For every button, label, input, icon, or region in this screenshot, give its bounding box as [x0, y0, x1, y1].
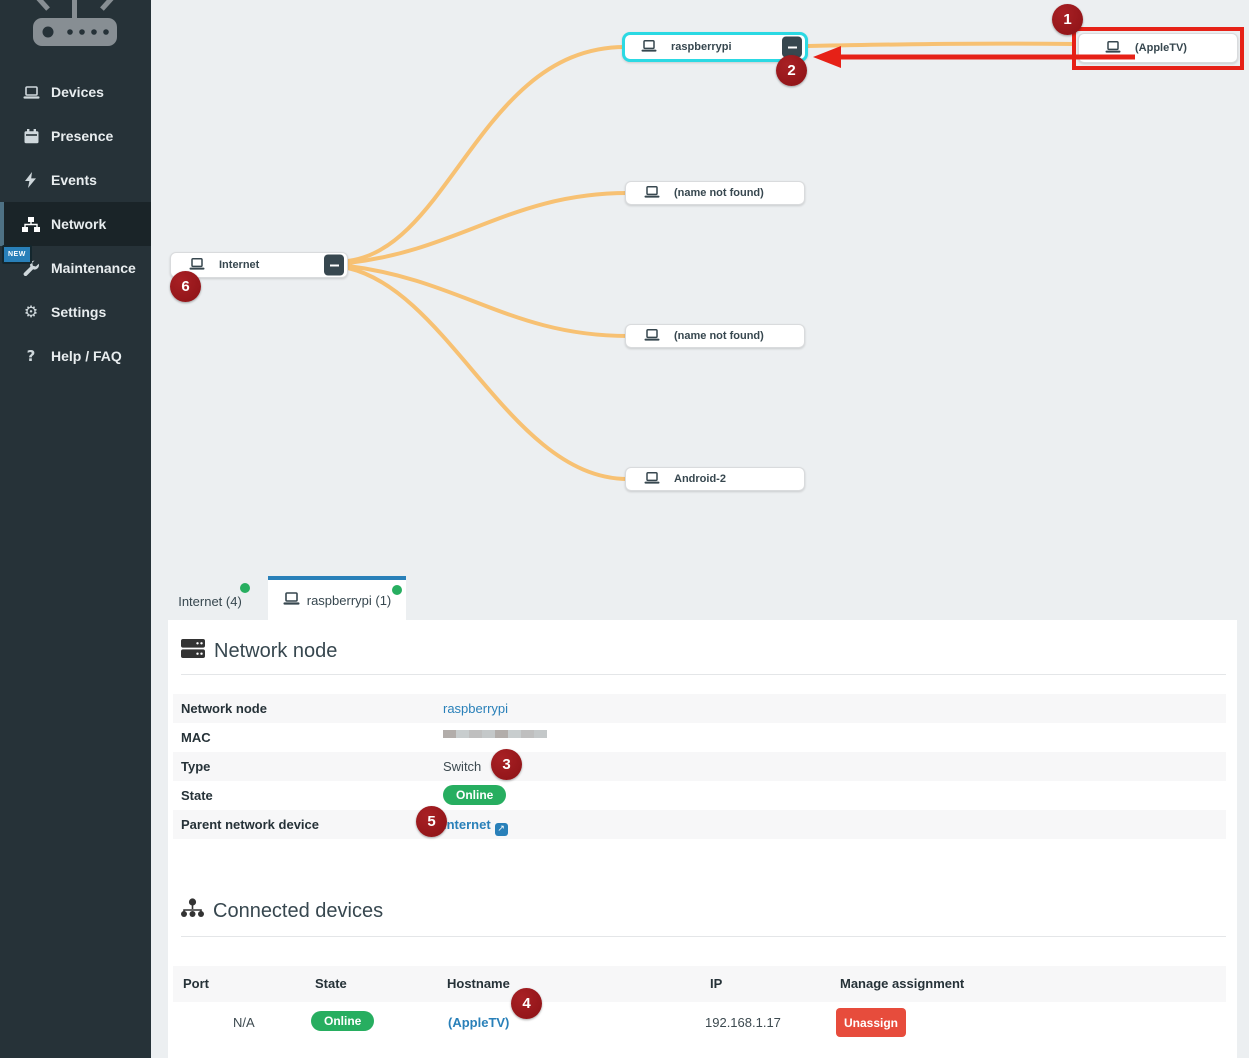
- sidebar-item-label: Maintenance: [51, 260, 136, 276]
- node-unknown-1[interactable]: (name not found): [625, 181, 805, 205]
- sidebar-item-label: Settings: [51, 304, 106, 320]
- bolt-icon: [21, 172, 41, 188]
- sidebar-item-label: Devices: [51, 84, 104, 100]
- node-label: Android-2: [674, 473, 726, 485]
- sidebar-item-label: Events: [51, 172, 97, 188]
- sidebar-item-label: Presence: [51, 128, 113, 144]
- tab-raspberrypi[interactable]: raspberrypi (1): [268, 576, 406, 620]
- tab-label: raspberrypi (1): [307, 593, 392, 608]
- port-value: N/A: [233, 1015, 255, 1030]
- raspberrypi-link[interactable]: raspberrypi: [443, 701, 508, 716]
- kv-row-mac: MAC: [173, 723, 1226, 752]
- node-label: raspberrypi: [671, 41, 732, 53]
- tab-internet[interactable]: Internet (4): [168, 582, 252, 620]
- connected-devices-heading: Connected devices: [181, 898, 383, 924]
- sidebar-item-settings[interactable]: ⚙ Settings: [0, 290, 151, 334]
- mac-redacted-value: [443, 730, 547, 745]
- node-unknown-2[interactable]: (name not found): [625, 324, 805, 348]
- laptop-icon: [644, 186, 660, 201]
- section-title: Connected devices: [213, 900, 383, 923]
- laptop-icon: [21, 86, 41, 99]
- kv-row-parent: Parent network device Internet ↗: [173, 810, 1226, 839]
- collapse-button[interactable]: [782, 37, 802, 58]
- new-badge: NEW: [2, 245, 32, 264]
- laptop-icon: [644, 329, 660, 344]
- router-logo-icon: [25, 0, 125, 55]
- divider: [181, 674, 1226, 675]
- sidebar: Devices Presence Events Network Maintena…: [0, 0, 151, 1058]
- col-header-manage: Manage assignment: [840, 966, 964, 1002]
- sidebar-item-network[interactable]: Network: [0, 202, 151, 246]
- status-badge: Online: [311, 1011, 374, 1031]
- hostname-link[interactable]: (AppleTV): [448, 1015, 509, 1030]
- section-title: Network node: [214, 640, 337, 663]
- sitemap-icon: [181, 898, 204, 924]
- node-internet[interactable]: Internet: [170, 252, 348, 278]
- row-label: MAC: [181, 723, 211, 752]
- kv-row-network-node: Network node raspberrypi: [173, 694, 1226, 723]
- connected-device-row: N/A Online (AppleTV) 192.168.1.17 Unassi…: [173, 1002, 1226, 1048]
- external-link-icon[interactable]: ↗: [495, 823, 508, 836]
- laptop-icon: [189, 258, 205, 273]
- network-node-heading: Network node: [181, 638, 337, 665]
- connected-devices-header-row: Port State Hostname IP Manage assignment: [173, 966, 1226, 1002]
- main-area: Internet raspberrypi (name not found) (n…: [151, 0, 1249, 1058]
- annotation-highlight-appletv: [1072, 27, 1244, 70]
- tab-label: Internet (4): [178, 594, 242, 609]
- col-header-port: Port: [183, 966, 209, 1002]
- ip-value: 192.168.1.17: [705, 1015, 781, 1030]
- col-header-state: State: [315, 966, 347, 1002]
- laptop-icon: [644, 472, 660, 487]
- online-dot-icon: [240, 583, 250, 593]
- collapse-button[interactable]: [324, 255, 344, 276]
- col-header-hostname: Hostname: [447, 966, 510, 1002]
- question-icon: ?: [21, 347, 41, 365]
- kv-row-type: Type Switch: [173, 752, 1226, 781]
- sidebar-item-help[interactable]: ? Help / FAQ: [0, 334, 151, 378]
- node-label: (name not found): [674, 330, 764, 342]
- sidebar-item-events[interactable]: Events: [0, 158, 151, 202]
- divider: [181, 936, 1226, 937]
- laptop-icon: [283, 592, 300, 608]
- gear-icon: ⚙: [21, 304, 41, 320]
- server-icon: [181, 638, 205, 665]
- node-label: (name not found): [674, 187, 764, 199]
- sidebar-item-label: Help / FAQ: [51, 348, 122, 364]
- details-panel: Network node Network node raspberrypi MA…: [168, 620, 1237, 1058]
- row-label: Type: [181, 752, 210, 781]
- sidebar-item-devices[interactable]: Devices: [0, 70, 151, 114]
- node-label: Internet: [219, 259, 259, 271]
- type-value: Switch: [443, 752, 481, 781]
- node-raspberrypi[interactable]: raspberrypi: [622, 32, 808, 62]
- laptop-icon: [641, 40, 657, 55]
- online-dot-icon: [392, 585, 402, 595]
- row-label: Parent network device: [181, 810, 319, 839]
- row-label: Network node: [181, 694, 267, 723]
- sidebar-item-presence[interactable]: Presence: [0, 114, 151, 158]
- parent-device-link[interactable]: Internet: [443, 817, 491, 832]
- row-label: State: [181, 781, 213, 810]
- col-header-ip: IP: [710, 966, 722, 1002]
- connection-lines: [151, 0, 1249, 620]
- calendar-icon: [21, 129, 41, 144]
- kv-row-state: State Online: [173, 781, 1226, 810]
- network-icon: [21, 217, 41, 232]
- status-badge: Online: [443, 785, 506, 805]
- unassign-button[interactable]: Unassign: [836, 1008, 906, 1037]
- sidebar-nav: Devices Presence Events Network Maintena…: [0, 70, 151, 378]
- sidebar-item-label: Network: [51, 216, 106, 232]
- node-android-2[interactable]: Android-2: [625, 467, 805, 491]
